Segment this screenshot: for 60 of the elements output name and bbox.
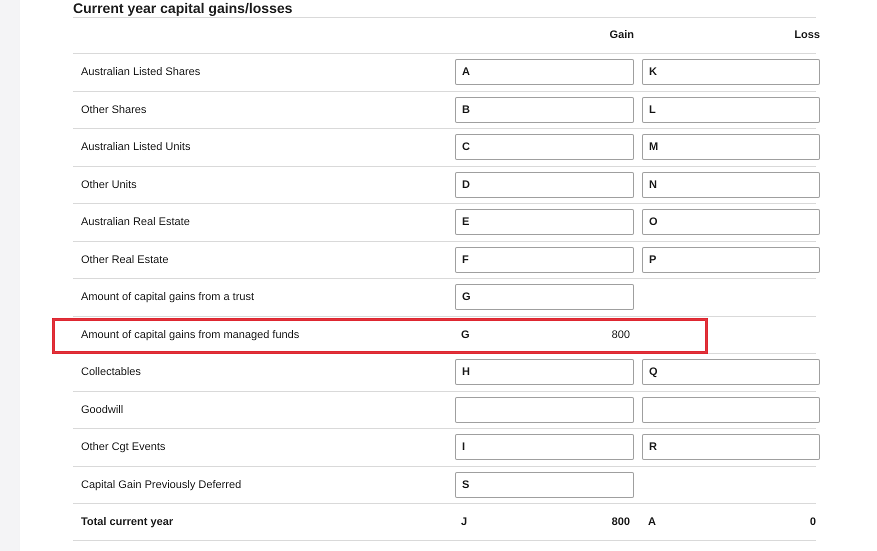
row-label: Other Units xyxy=(81,178,138,192)
input-field[interactable]: H xyxy=(455,359,634,386)
field-code: I xyxy=(462,440,466,455)
input-field[interactable]: F xyxy=(455,246,634,273)
input-field[interactable]: B xyxy=(455,96,634,123)
field-code: M xyxy=(649,140,658,155)
field-code: D xyxy=(462,178,470,192)
input-field[interactable]: C xyxy=(455,134,634,160)
field-code: F xyxy=(462,252,469,268)
field-code: R xyxy=(649,440,657,455)
field-code: N xyxy=(649,178,657,192)
input-field[interactable]: G xyxy=(455,284,634,310)
input-field[interactable]: O xyxy=(642,209,820,236)
field-code: O xyxy=(649,215,658,230)
field-value: 800 xyxy=(612,328,630,344)
field-code: Q xyxy=(649,365,658,380)
input-field[interactable]: E xyxy=(455,209,634,236)
field-code: A xyxy=(648,514,656,530)
input-field[interactable]: N xyxy=(642,172,820,198)
field-code: G xyxy=(461,328,470,344)
field-code: P xyxy=(649,252,656,268)
row-label: Other Shares xyxy=(81,102,148,118)
input-field[interactable]: S xyxy=(455,472,634,498)
column-header: Gain xyxy=(608,28,634,44)
input-field[interactable]: K xyxy=(642,59,820,86)
row-label: Australian Listed Units xyxy=(81,140,192,155)
field-code: A xyxy=(462,65,470,80)
input-field[interactable]: I xyxy=(455,434,634,460)
input-field[interactable]: A xyxy=(455,59,634,86)
row-label: Other Cgt Events xyxy=(81,440,166,455)
field-code: H xyxy=(462,365,470,380)
row-label: Amount of capital gains from a trust xyxy=(81,290,256,305)
input-field[interactable]: Q xyxy=(642,359,820,386)
input-field[interactable]: P xyxy=(642,246,820,273)
field-code: E xyxy=(462,215,470,230)
field-code: K xyxy=(649,65,657,80)
input-field[interactable] xyxy=(455,396,634,423)
row-label: Capital Gain Previously Deferred xyxy=(81,478,242,492)
row-label: Australian Listed Shares xyxy=(81,65,202,80)
section-title: Current year capital gains/losses xyxy=(73,0,294,17)
input-field[interactable]: L xyxy=(642,96,820,123)
row-label: Collectables xyxy=(81,365,142,380)
input-field[interactable] xyxy=(642,396,820,423)
input-field[interactable]: R xyxy=(642,434,820,460)
field-code: S xyxy=(462,478,470,492)
field-code: B xyxy=(462,102,470,118)
column-header: Loss xyxy=(793,28,820,44)
row-label: Total current year xyxy=(81,514,174,530)
field-code: J xyxy=(461,514,468,530)
row-label: Amount of capital gains from managed funds xyxy=(81,328,300,344)
row-label: Australian Real Estate xyxy=(81,215,191,230)
field-code: G xyxy=(462,290,471,305)
field-value: 800 xyxy=(612,514,630,530)
input-field[interactable]: D xyxy=(455,172,634,198)
field-code: C xyxy=(462,140,470,155)
row-label: Other Real Estate xyxy=(81,252,170,268)
input-field[interactable]: M xyxy=(642,134,820,160)
row-label: Goodwill xyxy=(81,402,124,418)
field-code: L xyxy=(649,102,656,118)
field-value: 0 xyxy=(810,514,816,530)
